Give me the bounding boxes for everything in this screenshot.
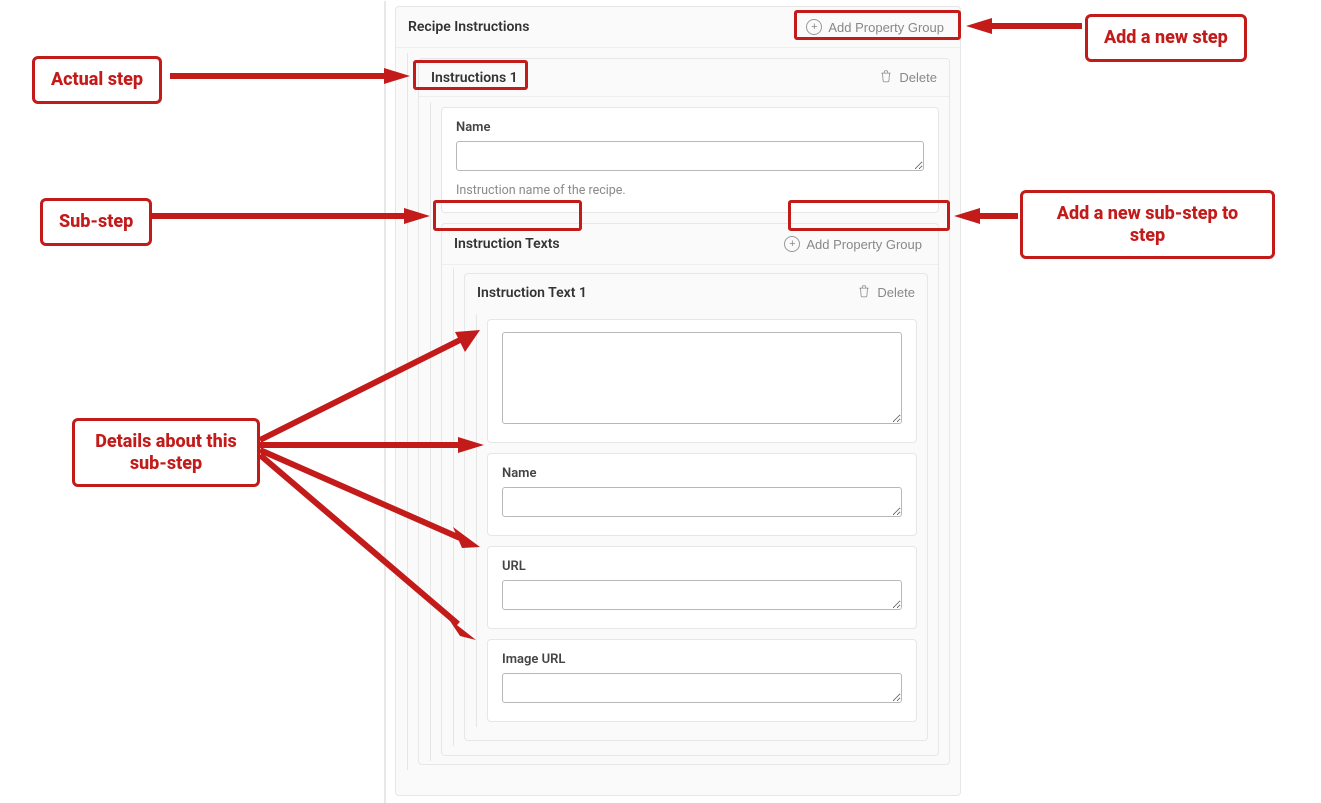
delete-instruction-text-button[interactable]: Delete: [857, 284, 915, 301]
plus-circle-icon: +: [784, 236, 800, 252]
arrow-icon: [170, 66, 410, 86]
add-button-label: Add Property Group: [828, 20, 944, 35]
instruction-text-name-input[interactable]: [502, 487, 902, 517]
instruction-texts-header: Instruction Texts + Add Property Group: [442, 224, 938, 265]
delete-label: Delete: [899, 70, 937, 85]
delete-instruction-button[interactable]: Delete: [879, 69, 937, 86]
annotation-callout: Details about this sub-step: [72, 418, 260, 487]
add-property-group-sub-button[interactable]: + Add Property Group: [780, 234, 926, 254]
instruction-texts-title: Instruction Texts: [454, 236, 560, 252]
instruction-group: Instructions 1 Delete Name Instruction n…: [418, 58, 950, 765]
name-help-text: Instruction name of the recipe.: [456, 183, 924, 198]
instruction-texts-group: Instruction Texts + Add Property Group I…: [441, 223, 939, 756]
section-title: Recipe Instructions: [408, 19, 529, 35]
name-label: Name: [456, 120, 924, 135]
instruction-group-title: Instructions 1: [431, 70, 518, 86]
add-button-label: Add Property Group: [806, 237, 922, 252]
instruction-name-input[interactable]: [456, 141, 924, 171]
instruction-text-item: Instruction Text 1 Delete Name: [464, 273, 928, 741]
instruction-group-header: Instructions 1 Delete: [419, 59, 949, 97]
divider: [384, 1, 386, 803]
plus-circle-icon: +: [806, 19, 822, 35]
annotation-callout: Add a new step: [1085, 14, 1247, 62]
instruction-name-card: Name Instruction name of the recipe.: [441, 107, 939, 213]
arrow-icon: [966, 16, 1082, 36]
annotation-callout: Add a new sub-step to step: [1020, 190, 1275, 259]
annotation-callout: Actual step: [32, 56, 162, 104]
field-label: Image URL: [502, 652, 902, 667]
add-property-group-top-button[interactable]: + Add Property Group: [802, 17, 948, 37]
instruction-text-bigtext-card: [487, 319, 917, 443]
delete-label: Delete: [877, 285, 915, 300]
instruction-text-imageurl-input[interactable]: [502, 673, 902, 703]
instruction-text-item-title: Instruction Text 1: [477, 285, 587, 301]
field-label: Name: [502, 466, 902, 481]
instruction-text-item-header: Instruction Text 1 Delete: [465, 274, 927, 309]
section-header: Recipe Instructions + Add Property Group: [396, 7, 960, 48]
trash-icon: [857, 284, 871, 301]
instruction-text-url-card: URL: [487, 546, 917, 629]
instruction-text-imageurl-card: Image URL: [487, 639, 917, 722]
instruction-text-bigtext-input[interactable]: [502, 332, 902, 424]
arrow-icon: [954, 206, 1018, 226]
arrow-icon: [152, 206, 430, 226]
instruction-text-url-input[interactable]: [502, 580, 902, 610]
field-label: URL: [502, 559, 902, 574]
annotation-callout: Sub-step: [40, 198, 152, 246]
trash-icon: [879, 69, 893, 86]
instruction-text-name-card: Name: [487, 453, 917, 536]
recipe-instructions-panel: Recipe Instructions + Add Property Group…: [395, 6, 961, 796]
